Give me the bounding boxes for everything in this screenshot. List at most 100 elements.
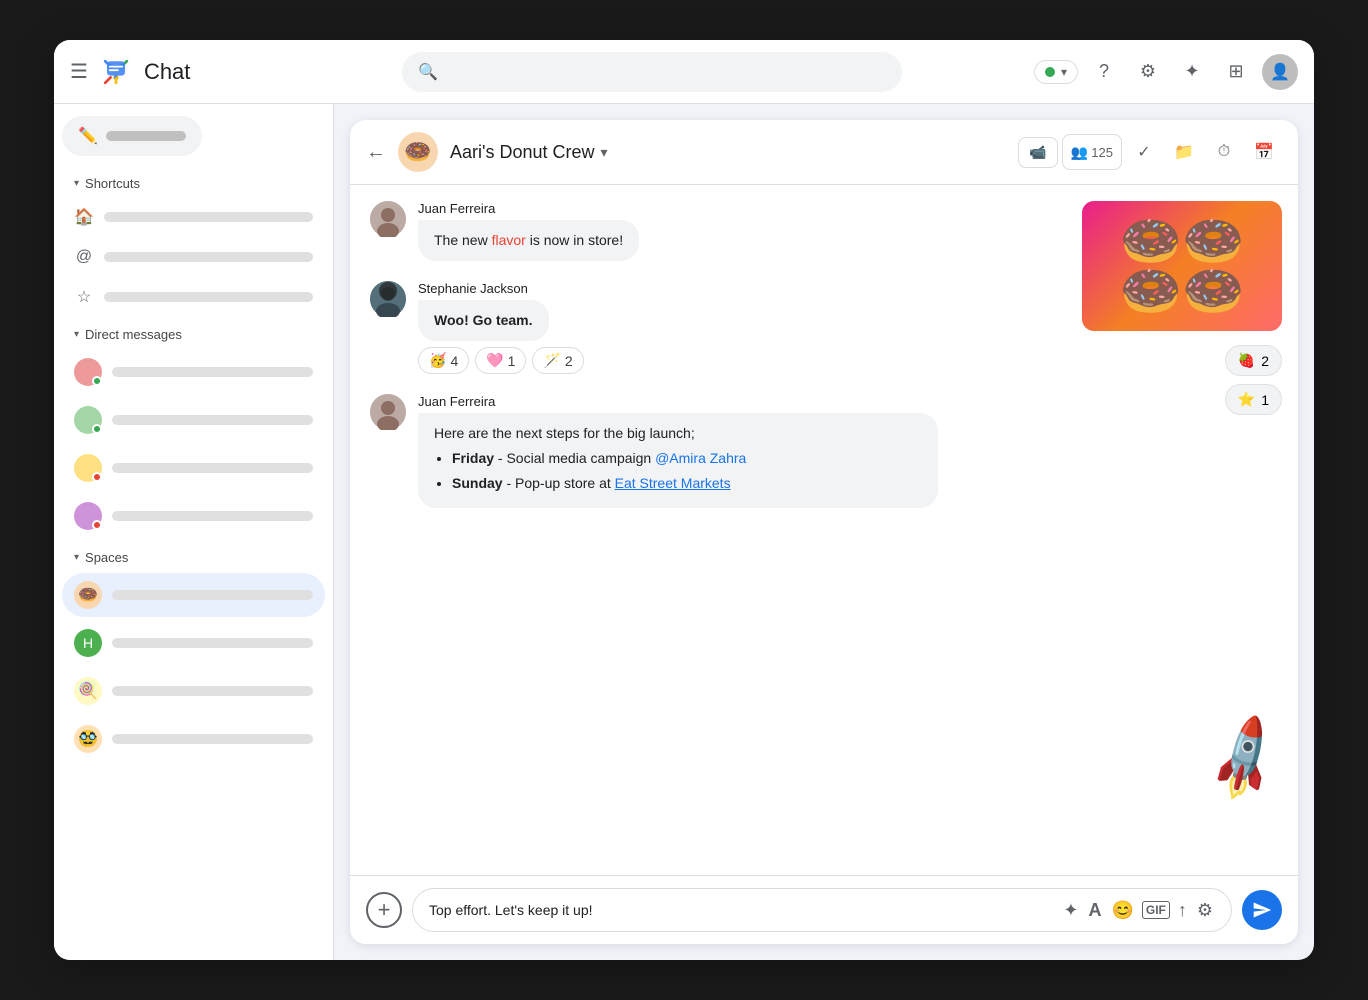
- amira-mention[interactable]: @Amira Zahra: [655, 450, 746, 466]
- dm-section-header[interactable]: ▾ Direct messages: [62, 319, 325, 346]
- shortcut-home[interactable]: 🏠: [62, 199, 325, 235]
- notification-badge-2: [92, 520, 102, 530]
- space-item-disguise[interactable]: 🥸: [62, 717, 325, 761]
- shortcut-home-label: [104, 212, 313, 222]
- party-count: 4: [450, 353, 458, 369]
- msg-content-1: Juan Ferreira The new flavor is now in s…: [418, 201, 938, 261]
- sunday-text: - Pop-up store at: [506, 475, 614, 491]
- chat-name[interactable]: Aari's Donut Crew ▾: [450, 142, 608, 163]
- input-toolbar: ✦ A 😊 GIF ↑ ⚙: [1061, 898, 1215, 923]
- wand-emoji: 🪄: [543, 352, 560, 369]
- files-button[interactable]: 📁: [1166, 134, 1202, 170]
- space-name-candy: [112, 686, 313, 696]
- dm-avatar-3: [74, 454, 102, 482]
- status-button[interactable]: ▾: [1034, 60, 1078, 84]
- space-avatar-disguise: 🥸: [74, 725, 102, 753]
- side-reaction-strawberry[interactable]: 🍓 2: [1225, 345, 1282, 376]
- space-avatar-candy: 🍭: [74, 677, 102, 705]
- msg-content-3: Juan Ferreira Here are the next steps fo…: [418, 394, 938, 508]
- msg-bubble-3: Here are the next steps for the big laun…: [418, 413, 938, 508]
- dm-item-2[interactable]: [62, 398, 325, 442]
- main-content: ✏️ ▾ Shortcuts 🏠 @ ☆ ▾: [54, 104, 1314, 960]
- dm-item-1[interactable]: [62, 350, 325, 394]
- flavor-highlight: flavor: [492, 232, 526, 248]
- back-button[interactable]: ←: [366, 141, 386, 164]
- friday-text: - Social media campaign: [498, 450, 655, 466]
- shortcut-starred[interactable]: ☆: [62, 279, 325, 315]
- gif-button[interactable]: GIF: [1142, 901, 1170, 919]
- space-name-disguise: [112, 734, 313, 744]
- tasks-button[interactable]: ✓: [1126, 134, 1162, 170]
- spaces-section-header[interactable]: ▾ Spaces: [62, 542, 325, 569]
- side-reaction-star[interactable]: ⭐ 1: [1225, 384, 1282, 415]
- msg-avatar-juan-1: [370, 201, 406, 237]
- members-button[interactable]: 👥 125: [1062, 134, 1122, 170]
- top-bar-right: ▾ ? ⚙ ✦ ⊞ 👤: [1034, 54, 1298, 90]
- add-attachment-button[interactable]: +: [366, 892, 402, 928]
- msg-avatar-juan-2: [370, 394, 406, 430]
- menu-icon[interactable]: ☰: [70, 59, 88, 84]
- steps-list: Friday - Social media campaign @Amira Za…: [434, 448, 922, 494]
- space-name-donuts: [112, 590, 313, 600]
- folder-icon: 📁: [1174, 142, 1194, 162]
- step-sunday: Sunday - Pop-up store at Eat Street Mark…: [452, 473, 922, 494]
- wand-count: 2: [565, 353, 573, 369]
- dm-avatar-1: [74, 358, 102, 386]
- msg-bubble-1: The new flavor is now in store!: [418, 220, 639, 261]
- emoji-picker-icon[interactable]: 😊: [1109, 898, 1135, 923]
- chat-space-avatar: 🍩: [398, 132, 438, 172]
- space-item-h[interactable]: H: [62, 621, 325, 665]
- strawberry-emoji: 🍓: [1238, 352, 1255, 369]
- space-item-candy[interactable]: 🍭: [62, 669, 325, 713]
- search-bar[interactable]: 🔍: [402, 52, 902, 92]
- app-title: Chat: [144, 59, 190, 85]
- more-options-icon[interactable]: ⚙: [1195, 898, 1215, 923]
- new-chat-label: [106, 131, 186, 141]
- sparkle-icon[interactable]: ✦: [1174, 54, 1210, 90]
- reaction-party[interactable]: 🥳 4: [418, 347, 469, 374]
- shortcuts-chevron: ▾: [74, 178, 79, 189]
- timer-icon: ⏱: [1218, 143, 1230, 161]
- help-icon[interactable]: ?: [1086, 54, 1122, 90]
- calendar-button[interactable]: 📅: [1246, 134, 1282, 170]
- members-count: 125: [1091, 145, 1113, 160]
- reaction-heart[interactable]: 🩷 1: [475, 347, 526, 374]
- space-avatar-donuts: 🍩: [74, 581, 102, 609]
- shortcuts-section-header[interactable]: ▾ Shortcuts: [62, 168, 325, 195]
- chat-name-chevron: ▾: [600, 144, 607, 161]
- top-bar: ☰ Chat 🔍: [54, 40, 1314, 104]
- message-input-box: ✦ A 😊 GIF ↑ ⚙: [412, 888, 1232, 932]
- format-text-icon[interactable]: A: [1086, 898, 1103, 923]
- shortcuts-label: Shortcuts: [85, 176, 140, 191]
- grid-icon[interactable]: ⊞: [1218, 54, 1254, 90]
- chat-panel: ← 🍩 Aari's Donut Crew ▾ 📹 👥 125 ✓: [350, 120, 1298, 944]
- dm-name-1: [112, 367, 313, 377]
- search-input[interactable]: [446, 64, 886, 80]
- video-call-button[interactable]: 📹: [1018, 137, 1057, 168]
- side-reactions: 🍓 2 ⭐ 1: [1225, 345, 1282, 415]
- steps-intro: Here are the next steps for the big laun…: [434, 423, 922, 444]
- message-input[interactable]: [429, 902, 1053, 918]
- send-button[interactable]: [1242, 890, 1282, 930]
- user-avatar[interactable]: 👤: [1262, 54, 1298, 90]
- msg-content-2: Stephanie Jackson Woo! Go team. 🥳 4 🩷: [418, 281, 938, 374]
- sparkle-input-icon[interactable]: ✦: [1061, 898, 1080, 923]
- eat-street-link[interactable]: Eat Street Markets: [615, 475, 731, 491]
- shortcut-mentions[interactable]: @: [62, 239, 325, 275]
- dm-section-label: Direct messages: [85, 327, 182, 342]
- dm-item-4[interactable]: [62, 494, 325, 538]
- dm-item-3[interactable]: [62, 446, 325, 490]
- donut-photo: 🍩🍩🍩🍩: [1082, 201, 1282, 331]
- reactions-row: 🥳 4 🩷 1 🪄 2: [418, 347, 938, 374]
- settings-icon[interactable]: ⚙: [1130, 54, 1166, 90]
- star-emoji: ⭐: [1238, 391, 1255, 408]
- message-row-3: Juan Ferreira Here are the next steps fo…: [370, 394, 1278, 508]
- sunday-label: Sunday: [452, 475, 503, 491]
- upload-icon[interactable]: ↑: [1176, 898, 1189, 923]
- new-chat-button[interactable]: ✏️: [62, 116, 202, 156]
- juan-avatar-svg: [370, 201, 406, 237]
- space-item-donuts[interactable]: 🍩: [62, 573, 325, 617]
- send-icon: [1252, 900, 1272, 920]
- timer-button[interactable]: ⏱: [1206, 134, 1242, 170]
- reaction-wand[interactable]: 🪄 2: [532, 347, 583, 374]
